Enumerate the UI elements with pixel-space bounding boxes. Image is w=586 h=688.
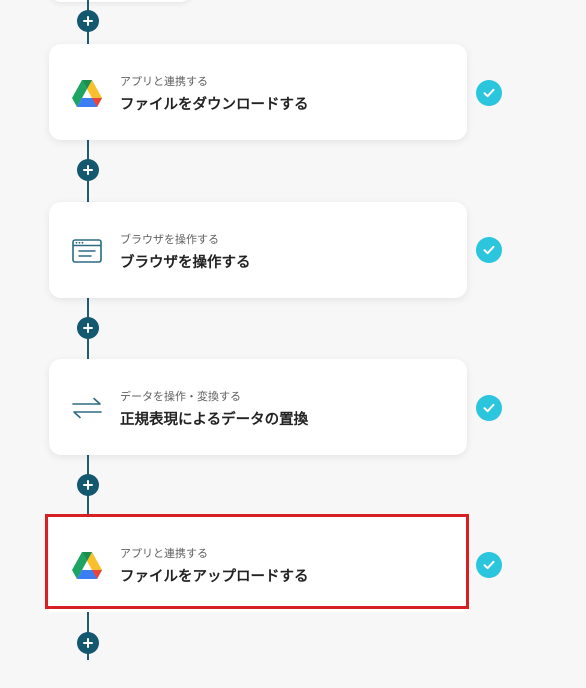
plus-icon	[83, 638, 93, 648]
completed-check-icon	[476, 395, 502, 421]
plus-icon	[83, 323, 93, 333]
plus-icon	[83, 165, 93, 175]
google-drive-icon	[71, 77, 103, 109]
step-title: ブラウザを操作する	[120, 255, 251, 271]
add-step-button[interactable]	[77, 632, 99, 654]
plus-icon	[83, 480, 93, 490]
completed-check-icon	[476, 552, 502, 578]
step-category: データを操作・変換する	[120, 390, 241, 403]
browser-window-icon	[71, 235, 103, 267]
previous-step-card[interactable]	[49, 0, 192, 2]
add-step-button[interactable]	[77, 10, 99, 32]
step-category: アプリと連携する	[120, 547, 208, 560]
step-card-regex-replace[interactable]: データを操作・変換する 正規表現によるデータの置換	[49, 359, 467, 455]
step-card-upload-file[interactable]: アプリと連携する ファイルをアップロードする	[49, 516, 467, 612]
step-title: ファイルをダウンロードする	[120, 97, 309, 113]
add-step-button[interactable]	[77, 159, 99, 181]
step-card-browser-operation[interactable]: ブラウザを操作する ブラウザを操作する	[49, 202, 467, 298]
add-step-button[interactable]	[77, 474, 99, 496]
step-category: ブラウザを操作する	[120, 233, 219, 246]
step-card-download-file[interactable]: アプリと連携する ファイルをダウンロードする	[49, 44, 467, 140]
step-category: アプリと連携する	[120, 75, 208, 88]
add-step-button[interactable]	[77, 317, 99, 339]
google-drive-icon	[71, 549, 103, 581]
step-title: 正規表現によるデータの置換	[120, 412, 309, 428]
plus-icon	[83, 16, 93, 26]
swap-arrows-icon	[71, 392, 103, 424]
step-title: ファイルをアップロードする	[120, 569, 309, 585]
completed-check-icon	[476, 80, 502, 106]
completed-check-icon	[476, 237, 502, 263]
